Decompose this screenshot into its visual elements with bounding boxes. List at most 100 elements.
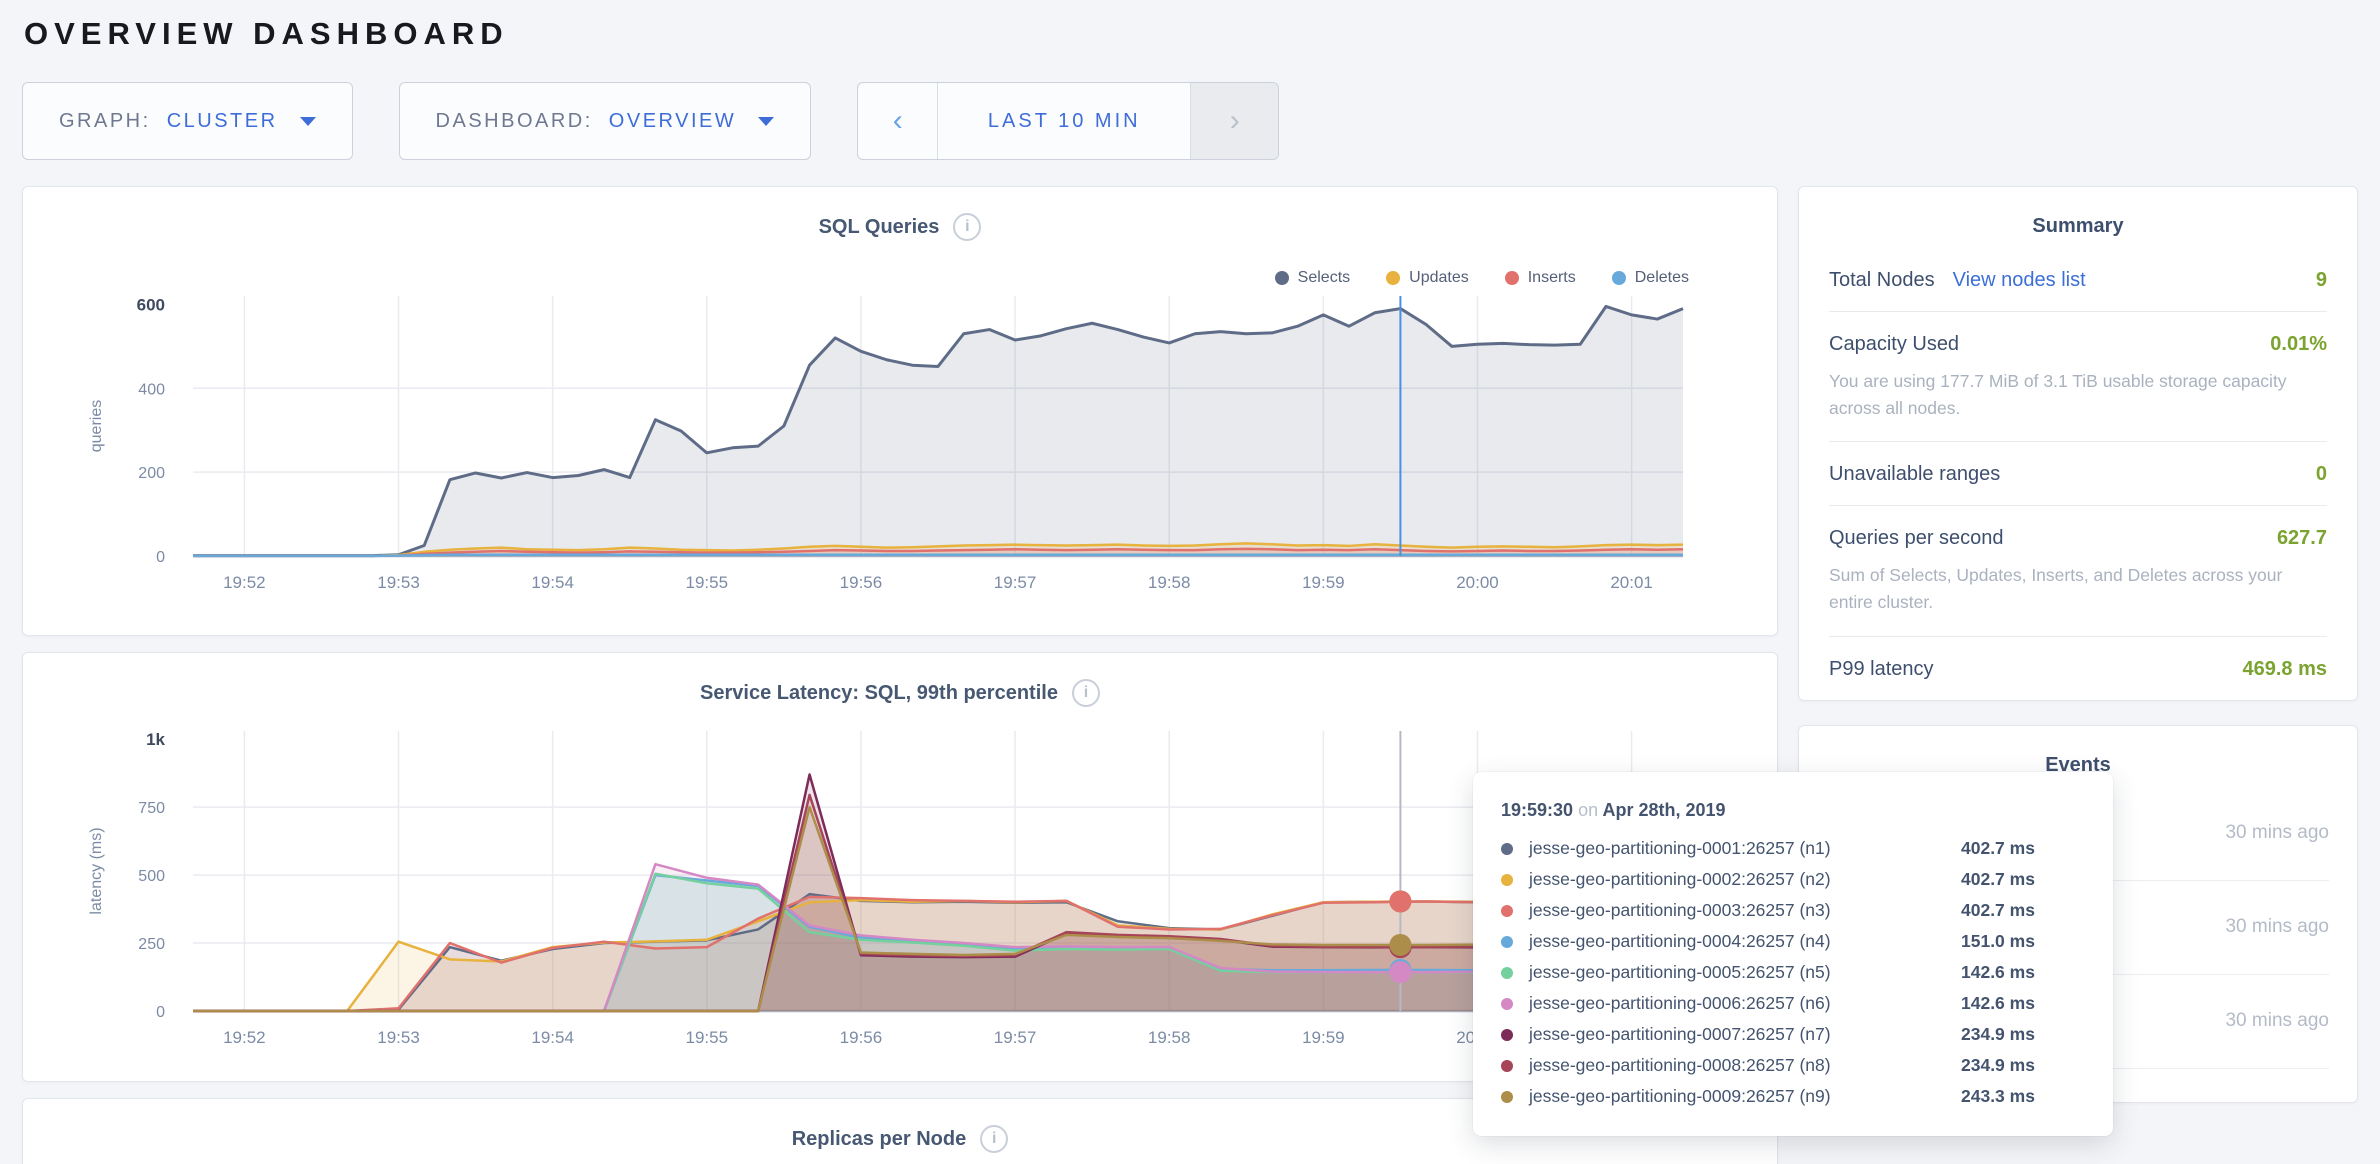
dashboard-controls: GRAPH: CLUSTER DASHBOARD: OVERVIEW ‹ LAS… — [22, 82, 2358, 160]
view-nodes-list-link[interactable]: View nodes list — [1953, 269, 2086, 292]
x-axis-tick: 19:53 — [377, 573, 420, 592]
tooltip-node-value: 243.3 ms — [1961, 1086, 2035, 1107]
series-dot-icon — [1501, 1060, 1513, 1072]
tooltip-node-name: jesse-geo-partitioning-0005:26257 (n5) — [1529, 962, 1961, 983]
series-dot-icon — [1501, 1029, 1513, 1041]
summary-title: Summary — [1829, 187, 2327, 248]
summary-row-unavailable-ranges: Unavailable ranges 0 — [1829, 442, 2327, 506]
x-axis-tick: 19:57 — [994, 1028, 1037, 1047]
tooltip-row: jesse-geo-partitioning-0005:26257 (n5)14… — [1501, 957, 2093, 988]
tooltip-row: jesse-geo-partitioning-0007:26257 (n7)23… — [1501, 1019, 2093, 1050]
x-axis-tick: 19:59 — [1302, 1028, 1345, 1047]
tooltip-date: Apr 28th, 2019 — [1602, 800, 1725, 820]
y-axis-tick: 0 — [156, 1004, 165, 1021]
chart-hover-tooltip: 19:59:30 on Apr 28th, 2019 jesse-geo-par… — [1473, 772, 2113, 1136]
x-axis-tick: 20:00 — [1456, 573, 1499, 592]
x-axis-tick: 19:56 — [840, 1028, 883, 1047]
tooltip-row: jesse-geo-partitioning-0004:26257 (n4)15… — [1501, 926, 2093, 957]
series-dot-icon — [1501, 967, 1513, 979]
x-axis-tick: 19:52 — [223, 1028, 266, 1047]
chevron-down-icon — [300, 117, 316, 126]
dashboard-dropdown[interactable]: DASHBOARD: OVERVIEW — [399, 82, 812, 160]
y-axis-tick: 500 — [138, 868, 165, 885]
series-dot-icon — [1501, 905, 1513, 917]
series-dot-icon — [1501, 1091, 1513, 1103]
y-axis-tick: 0 — [156, 549, 165, 566]
dashboard-dropdown-value: OVERVIEW — [609, 110, 736, 133]
x-axis-tick: 19:52 — [223, 573, 266, 592]
service-latency-title: Service Latency: SQL, 99th percentile — [700, 682, 1058, 705]
sql-queries-title-row: SQL Queries i — [23, 187, 1777, 241]
capacity-used-note: You are using 177.7 MiB of 3.1 TiB usabl… — [1829, 368, 2327, 422]
tooltip-node-value: 151.0 ms — [1961, 931, 2035, 952]
y-axis-tick: 400 — [138, 381, 165, 398]
x-axis-tick: 19:54 — [531, 1028, 574, 1047]
unavailable-ranges-value: 0 — [2316, 463, 2327, 486]
tooltip-node-name: jesse-geo-partitioning-0001:26257 (n1) — [1529, 838, 1961, 859]
tooltip-node-name: jesse-geo-partitioning-0003:26257 (n3) — [1529, 900, 1961, 921]
page-title: OVERVIEW DASHBOARD — [24, 16, 2358, 52]
total-nodes-label: Total Nodes — [1829, 269, 1935, 292]
replicas-title: Replicas per Node — [792, 1128, 967, 1151]
series-dot-icon — [1501, 874, 1513, 886]
qps-label: Queries per second — [1829, 527, 2004, 550]
graph-dropdown-label: GRAPH: — [59, 110, 151, 133]
time-window-next-button[interactable]: › — [1190, 83, 1278, 159]
p99-latency-value: 469.8 ms — [2242, 658, 2327, 681]
tooltip-rows: jesse-geo-partitioning-0001:26257 (n1)40… — [1501, 833, 2093, 1112]
tooltip-node-value: 402.7 ms — [1961, 838, 2035, 859]
tooltip-row: jesse-geo-partitioning-0002:26257 (n2)40… — [1501, 864, 2093, 895]
total-nodes-value: 9 — [2316, 269, 2327, 292]
info-icon[interactable]: i — [980, 1125, 1008, 1153]
x-axis-tick: 19:58 — [1148, 573, 1191, 592]
tooltip-row: jesse-geo-partitioning-0009:26257 (n9)24… — [1501, 1081, 2093, 1112]
tooltip-row: jesse-geo-partitioning-0003:26257 (n3)40… — [1501, 895, 2093, 926]
p99-latency-label: P99 latency — [1829, 658, 1934, 681]
unavailable-ranges-label: Unavailable ranges — [1829, 463, 2000, 486]
summary-row-p99: P99 latency 469.8 ms — [1829, 637, 2327, 700]
series-dot-icon — [1501, 843, 1513, 855]
x-axis-tick: 19:56 — [840, 573, 883, 592]
series-dot-icon — [1501, 936, 1513, 948]
x-axis-tick: 19:57 — [994, 573, 1037, 592]
tooltip-node-value: 142.6 ms — [1961, 962, 2035, 983]
y-axis-tick: 600 — [137, 295, 165, 314]
y-axis-label: latency (ms) — [88, 827, 105, 914]
x-axis-tick: 19:55 — [686, 1028, 729, 1047]
chevron-right-icon: › — [1230, 104, 1240, 138]
info-icon[interactable]: i — [953, 213, 981, 241]
time-window-selector: ‹ LAST 10 MIN › — [857, 82, 1279, 160]
x-axis-tick: 19:55 — [686, 573, 729, 592]
tooltip-node-name: jesse-geo-partitioning-0007:26257 (n7) — [1529, 1024, 1961, 1045]
x-axis-tick: 19:53 — [377, 1028, 420, 1047]
graph-dropdown[interactable]: GRAPH: CLUSTER — [22, 82, 353, 160]
qps-value: 627.7 — [2277, 527, 2327, 550]
summary-row-total-nodes: Total Nodes View nodes list 9 — [1829, 248, 2327, 312]
time-window-prev-button[interactable]: ‹ — [858, 83, 938, 159]
tooltip-node-name: jesse-geo-partitioning-0006:26257 (n6) — [1529, 993, 1961, 1014]
x-axis-tick: 19:59 — [1302, 573, 1345, 592]
tooltip-node-value: 142.6 ms — [1961, 993, 2035, 1014]
chevron-left-icon: ‹ — [893, 104, 903, 138]
time-window-current[interactable]: LAST 10 MIN — [938, 83, 1190, 159]
x-axis-tick: 19:54 — [531, 573, 574, 592]
event-time: 30 mins ago — [2209, 1100, 2329, 1103]
summary-row-qps: Queries per second 627.7 Sum of Selects,… — [1829, 506, 2327, 636]
info-icon[interactable]: i — [1072, 679, 1100, 707]
y-axis-tick: 1k — [146, 730, 165, 749]
event-time: 30 mins ago — [2209, 818, 2329, 848]
sql-queries-card: SQL Queries i SelectsUpdatesInsertsDelet… — [22, 186, 1778, 636]
tooltip-node-name: jesse-geo-partitioning-0002:26257 (n2) — [1529, 869, 1961, 890]
graph-dropdown-value: CLUSTER — [167, 110, 278, 133]
dashboard-dropdown-label: DASHBOARD: — [436, 110, 593, 133]
qps-note: Sum of Selects, Updates, Inserts, and De… — [1829, 562, 2327, 616]
x-axis-tick: 20:01 — [1610, 573, 1653, 592]
tooltip-node-value: 234.9 ms — [1961, 1055, 2035, 1076]
capacity-used-value: 0.01% — [2270, 333, 2327, 356]
capacity-used-label: Capacity Used — [1829, 333, 1959, 356]
y-axis-label: queries — [88, 400, 105, 452]
y-axis-tick: 250 — [138, 936, 165, 953]
time-window-label: LAST 10 MIN — [988, 110, 1141, 133]
tooltip-node-value: 402.7 ms — [1961, 900, 2035, 921]
sql-queries-chart[interactable]: 19:52 19:53 19:54 19:55 19:56 19:57 19:58 19:59… — [43, 282, 1757, 602]
